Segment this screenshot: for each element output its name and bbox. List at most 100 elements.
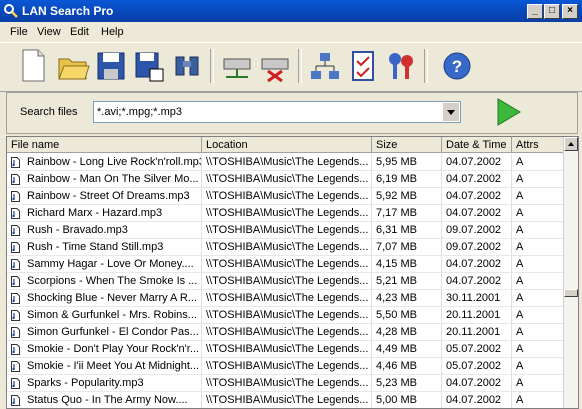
- cell-text: A: [516, 156, 524, 168]
- scroll-thumb[interactable]: [564, 289, 578, 297]
- column-file-name[interactable]: File name: [7, 137, 202, 153]
- cell-text: 5,92 MB: [376, 190, 417, 202]
- cell-location: \\TOSHIBA\Music\The Legends...: [202, 154, 372, 171]
- cell-attrs: A: [512, 358, 564, 375]
- cell-date-time: 05.07.2002: [442, 358, 512, 375]
- menu-edit[interactable]: Edit: [70, 26, 89, 38]
- table-row[interactable]: Status Quo - In The Army Now.... \\TOSHIB…: [7, 392, 564, 408]
- disconnect-drive-icon[interactable]: [258, 47, 292, 85]
- cell-file-name: Sparks - Popularity.mp3: [7, 375, 202, 392]
- cell-file-name: Richard Marx - Hazard.mp3: [7, 205, 202, 222]
- cell-text: A: [516, 241, 524, 253]
- cell-text: A: [516, 173, 524, 185]
- map-drive-icon[interactable]: [220, 47, 254, 85]
- cell-date-time: 09.07.2002: [442, 222, 512, 239]
- svg-text:?: ?: [452, 57, 462, 76]
- cell-text: 4,46 MB: [376, 360, 417, 372]
- save-as-icon[interactable]: [132, 47, 166, 85]
- cell-text: A: [516, 258, 524, 270]
- cell-location: \\TOSHIBA\Music\The Legends...: [202, 392, 372, 408]
- cell-location: \\TOSHIBA\Music\The Legends...: [202, 171, 372, 188]
- cell-date-time: 04.07.2002: [442, 188, 512, 205]
- open-folder-icon[interactable]: [56, 47, 90, 85]
- table-row[interactable]: Sparks - Popularity.mp3 \\TOSHIBA\Music\T…: [7, 375, 564, 392]
- save-icon[interactable]: [94, 47, 128, 85]
- binoculars-icon[interactable]: [170, 47, 204, 85]
- cell-text: Scorpions - When The Smoke Is ...: [27, 275, 198, 287]
- cell-file-name: Rainbow - Long Live Rock'n'roll.mp3: [7, 154, 202, 171]
- cell-text: 6,19 MB: [376, 173, 417, 185]
- cell-text: A: [516, 275, 524, 287]
- cell-text: \\TOSHIBA\Music\The Legends...: [206, 326, 369, 338]
- cell-text: Richard Marx - Hazard.mp3: [27, 207, 163, 219]
- minimize-button[interactable]: _: [527, 4, 543, 19]
- cell-date-time: 04.07.2002: [442, 256, 512, 273]
- audio-file-icon: [11, 157, 20, 168]
- keys-icon[interactable]: [384, 47, 418, 85]
- toolbar-separator: [210, 49, 214, 83]
- table-row[interactable]: Rainbow - Man On The Silver Mo... \\TOSHI…: [7, 171, 564, 188]
- column-date-time[interactable]: Date & Time: [442, 137, 512, 153]
- table-row[interactable]: Rush - Bravado.mp3 \\TOSHIBA\Music\The Le…: [7, 222, 564, 239]
- table-row[interactable]: Rainbow - Street Of Dreams.mp3 \\TOSHIBA\…: [7, 188, 564, 205]
- cell-file-name: Shocking Blue - Never Marry A R...: [7, 290, 202, 307]
- cell-size: 7,17 MB: [372, 205, 442, 222]
- cell-text: Rainbow - Man On The Silver Mo...: [27, 173, 199, 185]
- column-location[interactable]: Location: [202, 137, 372, 153]
- cell-size: 4,23 MB: [372, 290, 442, 307]
- menu-file[interactable]: File: [10, 26, 28, 38]
- column-attrs[interactable]: Attrs: [512, 137, 564, 153]
- help-icon[interactable]: ?: [440, 47, 474, 85]
- cell-date-time: 04.07.2002: [442, 273, 512, 290]
- cell-text: 5,21 MB: [376, 275, 417, 287]
- cell-text: 5,23 MB: [376, 377, 417, 389]
- menu-view[interactable]: View: [37, 26, 61, 38]
- cell-size: 4,28 MB: [372, 324, 442, 341]
- cell-location: \\TOSHIBA\Music\The Legends...: [202, 205, 372, 222]
- vertical-scrollbar[interactable]: [563, 137, 578, 408]
- cell-text: A: [516, 360, 524, 372]
- cell-text: \\TOSHIBA\Music\The Legends...: [206, 394, 369, 406]
- close-button[interactable]: ×: [562, 4, 578, 19]
- cell-text: Simon Gurfunkel - El Condor Pas...: [27, 326, 199, 338]
- window-title: LAN Search Pro: [22, 4, 114, 18]
- audio-file-icon: [11, 310, 20, 321]
- audio-file-icon: [11, 174, 20, 185]
- cell-date-time: 09.07.2002: [442, 239, 512, 256]
- cell-attrs: A: [512, 341, 564, 358]
- cell-date-time: 30.11.2001: [442, 290, 512, 307]
- table-row[interactable]: Shocking Blue - Never Marry A R... \\TOSH…: [7, 290, 564, 307]
- network-icon[interactable]: [308, 47, 342, 85]
- checklist-icon[interactable]: [346, 47, 380, 85]
- table-row[interactable]: Scorpions - When The Smoke Is ... \\TOSHI…: [7, 273, 564, 290]
- table-row[interactable]: Simon & Gurfunkel - Mrs. Robins... \\TOSH…: [7, 307, 564, 324]
- scroll-up-button[interactable]: [564, 137, 578, 151]
- table-row[interactable]: Simon Gurfunkel - El Condor Pas... \\TOSH…: [7, 324, 564, 341]
- cell-text: Sammy Hagar - Love Or Money....: [27, 258, 194, 270]
- table-row[interactable]: Sammy Hagar - Love Or Money.... \\TOSHIBA…: [7, 256, 564, 273]
- table-row[interactable]: Smokie - I'ii Meet You At Midnight... \\T…: [7, 358, 564, 375]
- new-file-icon[interactable]: [16, 47, 50, 85]
- table-row[interactable]: Smokie - Don't Play Your Rock'n'r... \\TO…: [7, 341, 564, 358]
- cell-text: 04.07.2002: [446, 156, 502, 168]
- cell-size: 5,92 MB: [372, 188, 442, 205]
- cell-text: 6,31 MB: [376, 224, 417, 236]
- cell-file-name: Simon & Gurfunkel - Mrs. Robins...: [7, 307, 202, 324]
- table-row[interactable]: Richard Marx - Hazard.mp3 \\TOSHIBA\Music…: [7, 205, 564, 222]
- toolbar: ?: [0, 42, 582, 92]
- cell-size: 5,50 MB: [372, 307, 442, 324]
- table-row[interactable]: Rainbow - Long Live Rock'n'roll.mp3 \\TOS…: [7, 154, 564, 171]
- maximize-button[interactable]: □: [544, 4, 560, 19]
- column-size[interactable]: Size: [372, 137, 442, 153]
- search-files-input[interactable]: *.avi;*.mpg;*.mp3: [93, 101, 461, 123]
- cell-text: 04.07.2002: [446, 258, 502, 270]
- cell-location: \\TOSHIBA\Music\The Legends...: [202, 324, 372, 341]
- cell-file-name: Smokie - Don't Play Your Rock'n'r...: [7, 341, 202, 358]
- start-search-button[interactable]: [493, 97, 523, 127]
- dropdown-button[interactable]: [442, 103, 459, 121]
- audio-file-icon: [11, 242, 20, 253]
- cell-file-name: Rush - Bravado.mp3: [7, 222, 202, 239]
- table-row[interactable]: Rush - Time Stand Still.mp3 \\TOSHIBA\Mus…: [7, 239, 564, 256]
- cell-attrs: A: [512, 222, 564, 239]
- menu-help[interactable]: Help: [101, 26, 124, 38]
